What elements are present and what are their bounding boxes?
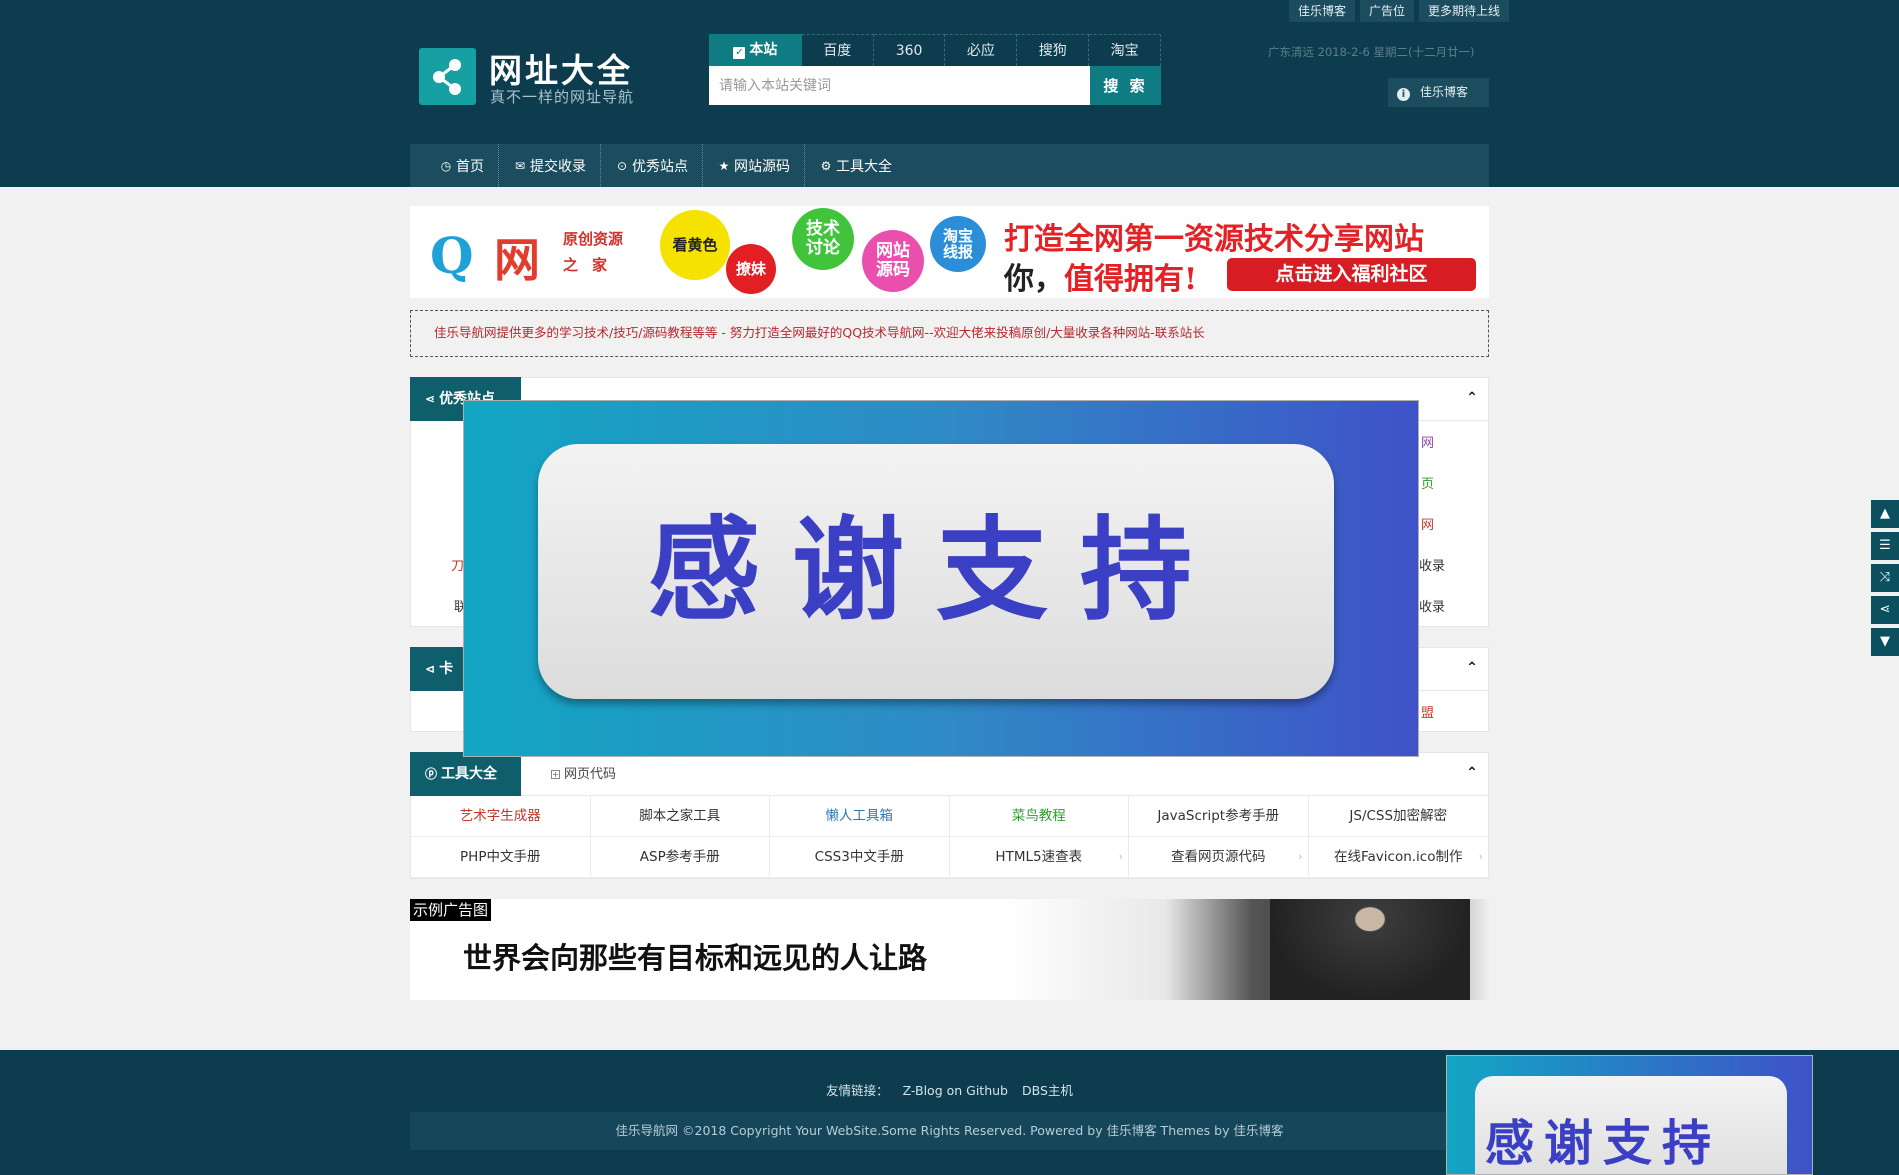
star-icon: ★ <box>718 158 730 173</box>
top-link-ad[interactable]: 广告位 <box>1359 0 1414 22</box>
site-fragment[interactable]: 收录 <box>1419 596 1445 615</box>
banner-slogan-2: 你，值得拥有! <box>1004 262 1198 297</box>
search-box: ✓本站 百度 360 必应 搜狗 淘宝 搜 索 <box>709 34 1162 105</box>
top-link-more[interactable]: 更多期待上线 <box>1418 0 1509 22</box>
search-input[interactable] <box>709 66 1090 105</box>
popup-button-graphic: 感谢支持 <box>538 444 1334 699</box>
panel-tools: ⓟ 工具大全 + 网页代码 ⌃ 艺术字生成器 脚本之家工具 懒人工具箱 菜鸟教程 JavaS… <box>410 752 1489 879</box>
bubble-5: 淘宝线报 <box>930 216 986 272</box>
collapse-icon[interactable]: ⌃ <box>1464 390 1480 406</box>
chevron-circle-icon: ⊙ <box>616 158 628 173</box>
plus-square-icon: + <box>551 770 560 779</box>
tools-grid: 艺术字生成器 脚本之家工具 懒人工具箱 菜鸟教程 JavaScript参考手册 JS/CS… <box>411 796 1488 878</box>
nav-item-home[interactable]: ◷ 首页 <box>439 144 499 187</box>
share-square-icon: ⊲ <box>425 662 436 676</box>
site-fragment[interactable]: 盟 <box>1421 702 1434 721</box>
nav-item-tools[interactable]: ⚙ 工具大全 <box>819 144 906 187</box>
popup-text: 感谢支持 <box>648 506 1224 636</box>
tool-link[interactable]: CSS3中文手册 <box>770 837 950 878</box>
shuffle-icon[interactable]: ⤨ <box>1871 564 1899 592</box>
bubble-3: 技术讨论 <box>792 208 854 270</box>
banner-logo-sub2: 之家 <box>563 256 622 274</box>
share-icon[interactable]: ⋖ <box>1871 596 1899 624</box>
main-nav: ◷ 首页 ✉ 提交收录 ⊙ 优秀站点 ★ 网站源码 ⚙ 工具大全 <box>410 144 1489 187</box>
copyright: 佳乐导航网 ©2018 Copyright Your WebSite.Some … <box>410 1112 1489 1150</box>
ad-slogan: 世界会向那些有目标和远见的人让路 <box>463 941 928 975</box>
site-fragment[interactable]: 页 <box>1421 473 1434 492</box>
tool-link[interactable]: 在线Favicon.ico制作 › <box>1308 837 1488 878</box>
info-button[interactable]: i 佳乐博客 <box>1388 78 1489 107</box>
tool-link[interactable]: 懒人工具箱 <box>770 796 950 837</box>
search-tab-baidu[interactable]: 百度 <box>801 34 874 66</box>
gear-icon: ⚙ <box>820 158 832 173</box>
envelope-icon: ✉ <box>514 158 526 173</box>
chevron-right-icon: › <box>1478 850 1483 863</box>
ad-person-image <box>1270 899 1470 1000</box>
top-link-blog[interactable]: 佳乐博客 <box>1288 0 1355 22</box>
friend-link[interactable]: DBS主机 <box>1022 1083 1073 1098</box>
site-fragment[interactable]: 收录 <box>1419 555 1445 574</box>
logo-title: 网址大全 <box>489 51 633 90</box>
search-button[interactable]: 搜 索 <box>1090 66 1161 105</box>
banner-logo-sub1: 原创资源 <box>563 230 624 248</box>
collapse-icon[interactable]: ⌃ <box>1464 765 1480 781</box>
banner-slogan-1: 打造全网第一资源技术分享网站 <box>1004 222 1424 257</box>
search-tab-360[interactable]: 360 <box>873 34 946 66</box>
nav-item-source[interactable]: ★ 网站源码 <box>717 144 805 187</box>
chevron-right-icon: › <box>1118 850 1123 863</box>
share-icon: ⋖ <box>425 392 436 406</box>
logo-subtitle: 真不一样的网址导航 <box>490 88 635 106</box>
sample-ad-banner[interactable]: 示例广告图 世界会向那些有目标和远见的人让路 <box>410 899 1489 1000</box>
bubble-1: 看黄色 <box>660 210 730 280</box>
site-fragment[interactable]: 网 <box>1421 514 1434 533</box>
info-icon: i <box>1397 88 1410 101</box>
search-tab-site[interactable]: ✓ 本站 <box>709 34 802 66</box>
ad-label: 示例广告图 <box>410 899 492 921</box>
p-circle-icon: ⓟ <box>425 767 438 781</box>
check-icon: ✓ <box>733 47 746 59</box>
site-logo[interactable]: 网址大全 真不一样的网址导航 <box>419 46 649 108</box>
tool-link[interactable]: 脚本之家工具 <box>590 796 770 837</box>
bottom-icon[interactable]: ▼ <box>1871 628 1899 656</box>
mini-popup-graphic: 感谢支持 <box>1475 1076 1787 1174</box>
clock-icon: ◷ <box>440 158 452 173</box>
top-links: 佳乐博客 广告位 更多期待上线 <box>1288 0 1509 22</box>
friend-link[interactable]: Z-Blog on Github <box>903 1083 1008 1098</box>
bubble-2: 撩妹 <box>726 244 776 294</box>
banner-q-logo: Q <box>430 226 474 285</box>
tool-link[interactable]: ASP参考手册 <box>590 837 770 878</box>
bubble-4: 网站源码 <box>862 230 924 292</box>
list-icon[interactable]: ☰ <box>1871 532 1899 560</box>
nav-item-submit[interactable]: ✉ 提交收录 <box>513 144 601 187</box>
tool-link[interactable]: JavaScript参考手册 <box>1129 796 1309 837</box>
top-icon[interactable]: ▲ <box>1871 500 1899 528</box>
tool-link[interactable]: JS/CSS加密解密 <box>1308 796 1488 837</box>
panel-tab-tools[interactable]: ⓟ 工具大全 <box>410 752 521 796</box>
search-tab-bing[interactable]: 必应 <box>945 34 1018 66</box>
site-fragment[interactable]: 网 <box>1421 432 1434 451</box>
friend-links-label: 友情链接： <box>826 1083 889 1098</box>
banner-wang-logo: 网 <box>494 233 540 287</box>
share-logo-icon <box>419 48 476 105</box>
banner-cta-button[interactable]: 点击进入福利社区 <box>1227 258 1476 291</box>
mini-popup-text: 感谢支持 <box>1485 1115 1722 1172</box>
search-tab-taobao[interactable]: 淘宝 <box>1089 34 1162 66</box>
thanks-mini-popup[interactable]: 感谢支持 <box>1446 1055 1813 1175</box>
thanks-popup[interactable]: 感谢支持 <box>463 400 1419 757</box>
date-location-text: 广东清远 2018-2-6 星期二(十二月廿一) <box>1268 45 1475 59</box>
nav-item-sites[interactable]: ⊙ 优秀站点 <box>615 144 703 187</box>
tool-link[interactable]: PHP中文手册 <box>411 837 591 878</box>
search-engine-tabs: ✓ 本站 百度 360 必应 搜狗 淘宝 <box>709 34 1162 66</box>
subtab-webcode[interactable]: + 网页代码 <box>551 753 616 796</box>
tool-link[interactable]: 艺术字生成器 <box>411 796 591 837</box>
notice-bar: 佳乐导航网提供更多的学习技术/技巧/源码教程等等 - 努力打造全网最好的QQ技术… <box>410 310 1489 357</box>
tool-link[interactable]: 查看网页源代码 › <box>1129 837 1309 878</box>
collapse-icon[interactable]: ⌃ <box>1464 660 1480 676</box>
side-toolbar: ▲ ☰ ⤨ ⋖ ▼ <box>1871 500 1899 660</box>
search-tab-sogou[interactable]: 搜狗 <box>1017 34 1090 66</box>
tool-link[interactable]: HTML5速查表 › <box>949 837 1129 878</box>
banner-ad[interactable]: Q 网 原创资源 之家 看黄色 撩妹 技术讨论 网站源码 淘宝线报 打造全网第一… <box>410 206 1489 298</box>
tool-link[interactable]: 菜鸟教程 <box>949 796 1129 837</box>
chevron-right-icon: › <box>1298 850 1303 863</box>
